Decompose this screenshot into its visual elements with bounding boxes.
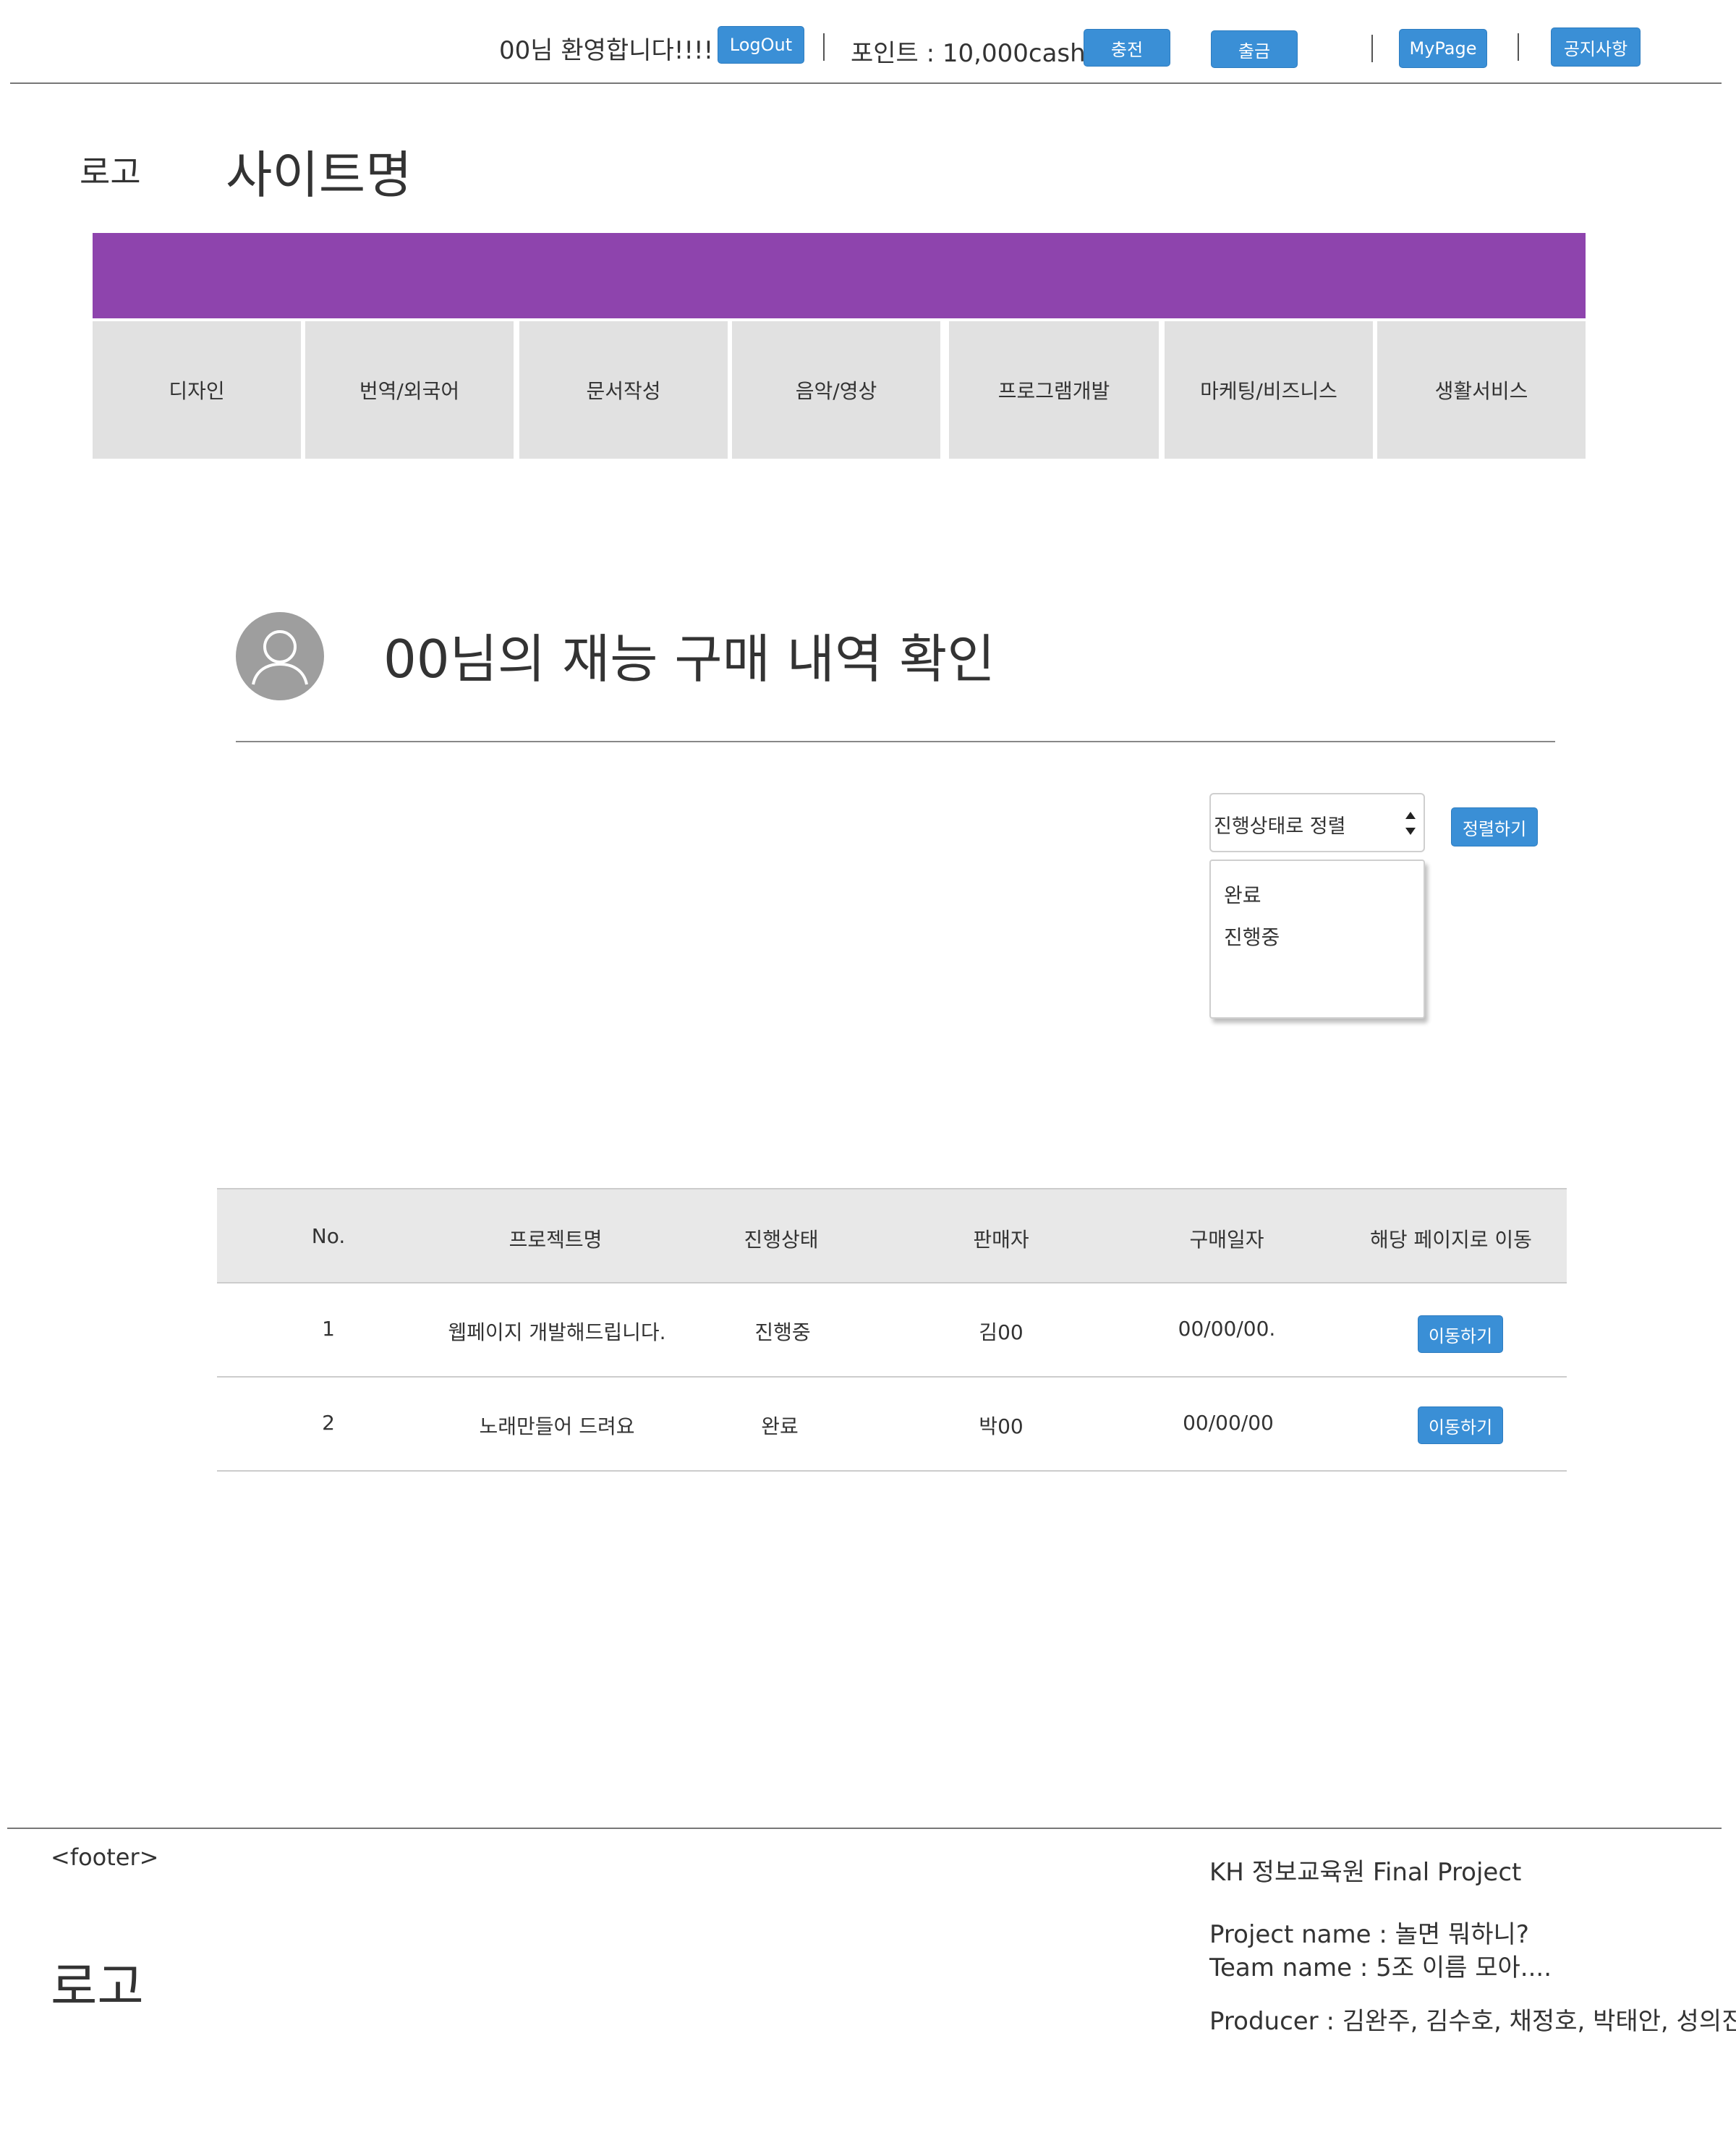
points-text: 포인트 : 10,000cash (851, 39, 1086, 68)
category-design[interactable]: 디자인 (93, 321, 301, 459)
cell-project: 노래만들어 드려요 (479, 1414, 635, 1438)
category-marketing[interactable]: 마케팅/비즈니스 (1165, 321, 1373, 459)
table-row: 2 노래만들어 드려요 완료 박00 00/00/00 이동하기 (217, 1378, 1567, 1472)
footer-divider (7, 1828, 1722, 1829)
footer-producer: Producer : 김완주, 김수호, 채정호, 박태안, 성의진 (1209, 2007, 1736, 2036)
divider (1518, 33, 1519, 61)
cell-seller: 박00 (979, 1414, 1024, 1438)
goto-page-button[interactable]: 이동하기 (1418, 1315, 1503, 1353)
sort-option[interactable]: 완료 (1224, 880, 1261, 909)
column-header-action: 해당 페이지로 이동 (1370, 1228, 1532, 1252)
page-title: 00님의 재능 구매 내역 확인 (383, 629, 995, 689)
title-divider (236, 741, 1555, 742)
footer-logo: 로고 (51, 1957, 144, 2016)
cell-status: 완료 (761, 1414, 799, 1438)
top-divider (10, 82, 1722, 84)
user-icon (252, 630, 308, 685)
mypage-button[interactable]: MyPage (1399, 29, 1487, 68)
cell-date: 00/00/00 (1183, 1411, 1274, 1435)
select-arrows-icon (1405, 812, 1416, 835)
category-document[interactable]: 문서작성 (519, 321, 728, 459)
cell-date: 00/00/00. (1178, 1317, 1276, 1341)
sort-select[interactable]: 진행상태로 정렬 (1209, 793, 1425, 852)
goto-page-button[interactable]: 이동하기 (1418, 1406, 1503, 1444)
welcome-text: 00님 환영합니다!!!! (499, 36, 714, 65)
category-music-video[interactable]: 음악/영상 (732, 321, 940, 459)
category-translation[interactable]: 번역/외국어 (305, 321, 514, 459)
column-header-no: No. (311, 1224, 346, 1248)
sort-option[interactable]: 진행중 (1224, 922, 1280, 951)
avatar (236, 612, 324, 700)
category-label: 문서작성 (586, 379, 661, 403)
category-label: 프로그램개발 (997, 379, 1110, 403)
logo[interactable]: 로고 (80, 146, 141, 194)
cell-status: 진행중 (754, 1320, 811, 1344)
divider (1371, 35, 1373, 62)
category-label: 생활서비스 (1434, 379, 1528, 403)
category-programming[interactable]: 프로그램개발 (949, 321, 1159, 459)
footer-project-name: Project name : 놀면 뭐하니? (1209, 1920, 1529, 1949)
footer-team-name: Team name : 5조 이름 모아.... (1209, 1953, 1552, 1982)
notice-button[interactable]: 공지사항 (1551, 27, 1641, 67)
cell-no: 1 (322, 1317, 335, 1341)
withdraw-button[interactable]: 출금 (1211, 30, 1298, 68)
cell-project: 웹페이지 개발해드립니다. (448, 1320, 666, 1344)
purchase-table: No. 프로젝트명 진행상태 판매자 구매일자 해당 페이지로 이동 1 웹페이… (217, 1188, 1567, 1473)
category-label: 음악/영상 (795, 379, 877, 403)
category-label: 마케팅/비즈니스 (1200, 379, 1337, 403)
logout-button[interactable]: LogOut (718, 26, 804, 64)
column-header-project: 프로젝트명 (509, 1228, 603, 1252)
sort-dropdown-list: 완료 진행중 (1209, 860, 1425, 1019)
category-label: 번역/외국어 (359, 379, 460, 403)
column-header-status: 진행상태 (744, 1228, 819, 1252)
cell-seller: 김00 (979, 1320, 1024, 1344)
category-label: 디자인 (169, 379, 225, 403)
table-row: 1 웹페이지 개발해드립니다. 진행중 김00 00/00/00. 이동하기 (217, 1283, 1567, 1378)
nav-bar (93, 233, 1586, 318)
column-header-seller: 판매자 (973, 1228, 1029, 1252)
charge-button[interactable]: 충전 (1084, 29, 1170, 67)
table-header: No. 프로젝트명 진행상태 판매자 구매일자 해당 페이지로 이동 (217, 1188, 1567, 1283)
sort-select-value: 진행상태로 정렬 (1214, 815, 1346, 838)
divider (823, 33, 825, 61)
footer-tag: <footer> (51, 1843, 159, 1871)
footer-org: KH 정보교육원 Final Project (1209, 1858, 1522, 1887)
sort-button[interactable]: 정렬하기 (1451, 807, 1538, 846)
site-name[interactable]: 사이트명 (226, 135, 412, 208)
column-header-date: 구매일자 (1189, 1228, 1264, 1252)
category-life-service[interactable]: 생활서비스 (1377, 321, 1586, 459)
cell-no: 2 (322, 1411, 335, 1435)
